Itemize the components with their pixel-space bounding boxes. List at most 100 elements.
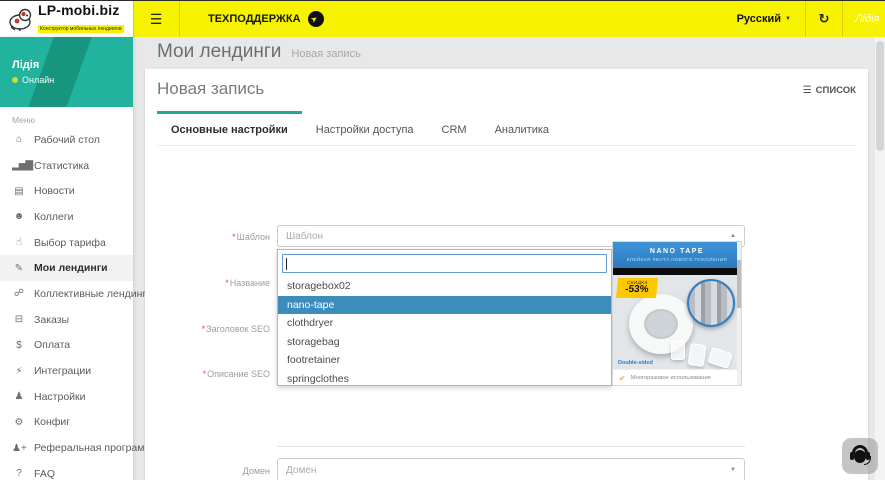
caret-down-icon: ▼ [730,467,736,473]
list-button[interactable]: ☰ СПИСОК [803,85,856,96]
preview-scrollbar[interactable] [737,242,741,385]
dropdown-option[interactable]: storagebag [278,333,611,352]
sidebar-item-faq[interactable]: ? FAQ [0,461,133,480]
text-cursor [286,257,287,270]
language-label: Русский [736,13,782,25]
card-header: Новая запись ☰ СПИСОК [157,79,856,99]
dropdown-option[interactable]: springclothes [278,370,611,389]
logo-mascot-icon [9,8,32,31]
logo[interactable]: LP-mobi.biz Конструктор мобильных лендин… [0,1,133,37]
language-dropdown[interactable]: Русский ▼ [723,1,805,37]
form-area: *Шаблон Шаблон ▲ *Название *Заголовок SE… [145,137,868,480]
preview-caption: Double-sided [618,360,653,366]
sidebar-menu: ⌂ Рабочий стол ▂▅▇ Статистика ▤ Новости ☻ Ко… [0,127,158,480]
page-header: Мои лендинги Новая запись [157,41,361,63]
list-icon: ☰ [802,85,812,96]
sidebar: Лідія Онлайн Меню ⌂ Рабочий стол ▂▅▇ Стати… [0,37,158,480]
breadcrumb: Новая запись [291,48,361,60]
page-title: Мои лендинги [157,41,282,62]
seo-title-field-label: *Заголовок SEO [201,324,270,334]
plug-icon: ⚡ [15,365,23,377]
tape-piece [671,340,685,360]
sidebar-item-referral[interactable]: ♟+ Реферальная программа [0,435,158,461]
statistics-icon: ▂▅▇ [12,160,33,172]
discount-badge: СКИДКА -53% [615,278,659,298]
dashboard-icon: ⌂ [15,134,23,146]
sidebar-item-orders[interactable]: ⊟ Заказы [0,307,133,333]
sidebar-item-statistics[interactable]: ▂▅▇ Статистика [0,153,133,179]
dollar-icon: $ [16,339,22,351]
support-label: ТЕХПОДДЕРЖКА [208,13,301,25]
caret-up-icon: ▲ [730,233,736,239]
check-icon: ✔ [619,373,626,383]
preview-header: NANO TAPE КЛЕЙКАЯ ЛЕНТА НОВОГО ПОКОЛЕНИЯ [613,242,741,268]
app-window: LP-mobi.biz Конструктор мобильных лендин… [0,0,885,480]
page-scrollbar-thumb[interactable] [876,41,884,151]
top-bar: LP-mobi.biz Конструктор мобильных лендин… [0,1,885,37]
sidebar-user-panel: Лідія Онлайн [0,37,133,107]
cart-icon: ⊟ [14,314,24,326]
menu-section-label: Меню [12,115,35,125]
sidebar-item-payment[interactable]: $ Оплата [0,333,133,359]
person-icon: ♟ [14,391,24,403]
sidebar-item-tariff[interactable]: ☝ Выбор тарифа [0,230,133,256]
card-title: Новая запись [157,79,265,98]
sidebar-user-name: Лідія [12,59,40,71]
page-scrollbar[interactable] [875,37,885,480]
dropdown-option[interactable]: footretainer [278,351,611,370]
sidebar-item-integrations[interactable]: ⚡ Интеграции [0,358,133,384]
preview-photo: СКИДКА -53% Double-sided [613,268,741,369]
headset-icon [850,445,871,467]
refresh-icon: ↻ [818,11,830,26]
topbar-username[interactable]: Лідія [843,13,885,25]
template-dropdown-panel: storagebox02 nano-tape clothdryer storag… [277,249,612,386]
preview-subtitle: КЛЕЙКАЯ ЛЕНТА НОВОГО ПОКОЛЕНИЯ [626,257,728,262]
preview-scrollbar-thumb[interactable] [737,260,741,308]
sidebar-item-settings[interactable]: ♟ Настройки [0,384,133,410]
dropdown-option[interactable]: clothdryer [278,314,611,333]
sidebar-item-dashboard[interactable]: ⌂ Рабочий стол [0,127,133,153]
colleagues-icon: ☻ [13,211,25,223]
preview-title: NANO TAPE [649,248,705,255]
dropdown-option[interactable]: storagebox02 [278,277,611,296]
template-select-placeholder: Шаблон [286,230,324,242]
tape-piece [687,342,707,368]
sidebar-item-colleagues[interactable]: ☻ Коллеги [0,204,133,230]
topbar-right: Русский ▼ ↻ Лідія [723,1,885,37]
news-icon: ▤ [14,185,24,197]
person-add-icon: ♟+ [12,442,27,454]
seo-desc-field-label: *Описание SEO [202,369,270,379]
tape-piece [707,346,733,369]
sidebar-user-status: Онлайн [12,75,54,85]
divider [133,1,134,37]
sidebar-toggle-icon[interactable]: ☰ [141,1,171,37]
my-landings-icon: ✎ [14,262,24,274]
divider [179,1,180,37]
sidebar-item-config[interactable]: ⚙ Конфиг [0,410,133,436]
sidebar-item-collective-landings[interactable]: ☍ Коллективные лендинги [0,281,152,307]
online-status-dot [12,77,18,83]
gear-icon: ⚙ [14,416,24,428]
support-chat-widget[interactable] [842,438,878,474]
sidebar-item-my-landings[interactable]: ✎ Мои лендинги [0,255,133,282]
logo-text: LP-mobi.biz Конструктор мобильных лендин… [38,3,124,35]
chevron-down-icon: ▼ [785,16,791,22]
telegram-icon: ➤ [307,11,324,27]
tariff-icon: ☝ [15,237,23,249]
refresh-button[interactable]: ↻ [805,1,843,37]
field-underline [277,446,745,447]
name-field-label: *Название [225,278,270,288]
brand-tagline: Конструктор мобильных лендингов [38,25,124,33]
domain-select[interactable]: Домен ▼ [277,458,745,480]
dropdown-option-selected[interactable]: nano-tape [278,295,611,314]
content-card: Новая запись ☰ СПИСОК Основные настройки… [145,69,868,480]
preview-photo-strip [613,268,741,275]
dropdown-options-list: storagebox02 nano-tape clothdryer storag… [278,277,611,388]
domain-field-label: Домен [242,466,270,476]
question-icon: ? [16,468,22,480]
sidebar-item-news[interactable]: ▤ Новости [0,178,133,204]
dropdown-search-input[interactable] [282,254,607,273]
brand-name: LP-mobi.biz [38,2,120,18]
inset-photo [687,279,735,327]
support-button[interactable]: ТЕХПОДДЕРЖКА ➤ [208,1,324,37]
